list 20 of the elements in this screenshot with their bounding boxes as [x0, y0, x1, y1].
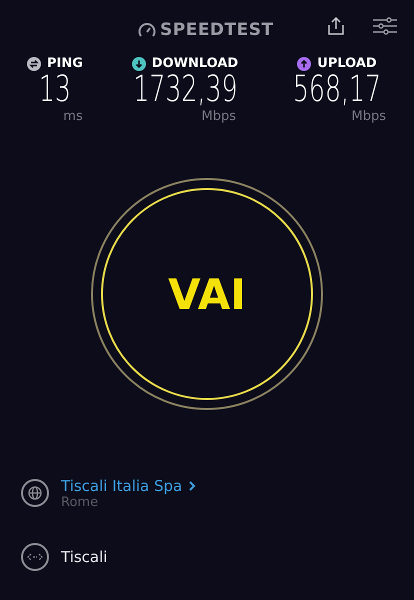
app-logo: SPEEDTEST	[160, 20, 274, 40]
globe-icon	[21, 479, 49, 507]
metric-label: UPLOAD	[317, 56, 377, 71]
metric-unit: Mbps	[352, 109, 386, 124]
metric-label: DOWNLOAD	[152, 56, 238, 71]
metric-unit: ms	[63, 109, 83, 124]
metric-value: 568,17	[292, 71, 382, 109]
settings-button[interactable]	[372, 16, 398, 36]
metric-value: 1732,39	[132, 71, 238, 109]
server-location: Rome	[61, 494, 100, 510]
isp-name: Tiscali	[61, 548, 108, 566]
server-link[interactable]: Tiscali Italia Spa	[61, 476, 196, 494]
go-button[interactable]: VAI	[101, 188, 313, 400]
metric-unit: Mbps	[202, 109, 236, 124]
chevron-icon	[188, 480, 196, 492]
metric-value: 13	[38, 71, 72, 109]
metric-label: PING	[47, 56, 83, 71]
share-button[interactable]	[328, 16, 344, 36]
gauge-icon	[138, 22, 156, 38]
connection-icon	[21, 543, 49, 571]
